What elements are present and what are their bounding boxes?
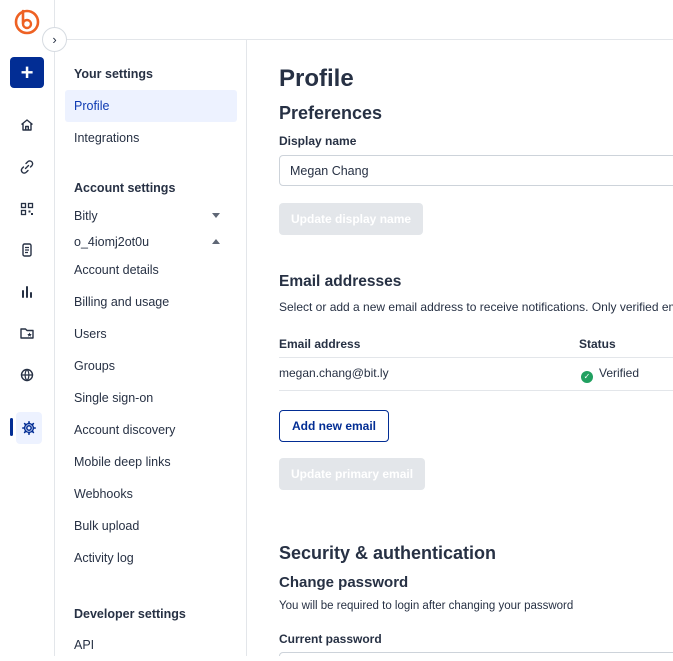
column-header-email: Email address <box>279 337 361 351</box>
column-header-status: Status <box>579 337 616 351</box>
nav-item-mobile-deep-links[interactable]: Mobile deep links <box>65 446 237 478</box>
nav-item-account-details[interactable]: Account details <box>65 254 237 286</box>
expand-sidebar-button[interactable]: › <box>42 27 67 52</box>
settings-nav: Your settings Profile Integrations Accou… <box>55 40 247 656</box>
caret-up-icon <box>212 239 220 244</box>
active-indicator <box>10 418 13 436</box>
nav-item-users[interactable]: Users <box>65 318 237 350</box>
custom-domains-icon[interactable] <box>14 362 40 388</box>
caret-down-icon <box>212 213 220 218</box>
row-divider <box>279 390 673 391</box>
account-settings-heading: Account settings <box>74 181 176 195</box>
home-icon[interactable] <box>14 112 40 138</box>
header-divider <box>279 357 673 358</box>
email-description: Select or add a new email address to rec… <box>279 300 673 314</box>
bitly-logo[interactable] <box>13 7 41 35</box>
icon-rail: + <box>0 0 55 656</box>
security-title: Security & authentication <box>279 543 497 563</box>
update-primary-email-button[interactable]: Update primary email <box>279 458 426 490</box>
add-new-email-button[interactable]: Add new email <box>279 410 390 442</box>
nav-item-webhooks[interactable]: Webhooks <box>65 478 237 510</box>
developer-settings-heading: Developer settings <box>74 607 186 621</box>
main-content: Profile Preferences Display name Update … <box>247 40 673 656</box>
update-display-name-button[interactable]: Update display name <box>279 203 424 235</box>
nav-item-label: Bitly <box>74 209 98 223</box>
pages-icon[interactable] <box>14 237 40 263</box>
check-circle-icon: ✓ <box>581 371 593 383</box>
change-password-description: You will be required to login after chan… <box>279 600 574 612</box>
nav-item-api[interactable]: API <box>65 629 237 661</box>
campaigns-icon[interactable] <box>14 320 40 346</box>
current-password-input[interactable] <box>279 652 673 656</box>
nav-item-groups[interactable]: Groups <box>65 350 237 382</box>
display-name-input[interactable] <box>279 155 673 186</box>
page-title: Profile <box>279 65 354 92</box>
settings-icon[interactable] <box>16 412 42 444</box>
nav-item-billing[interactable]: Billing and usage <box>65 286 237 318</box>
nav-item-account-discovery[interactable]: Account discovery <box>65 414 237 446</box>
email-addresses-title: Email addresses <box>279 273 402 290</box>
nav-item-sso[interactable]: Single sign-on <box>65 382 237 414</box>
nav-item-label: o_4iomj2ot0u <box>74 235 150 249</box>
change-password-title: Change password <box>279 574 409 591</box>
chevron-right-icon: › <box>52 32 57 47</box>
qr-code-icon[interactable] <box>14 196 40 222</box>
analytics-icon[interactable] <box>14 279 40 305</box>
preferences-title: Preferences <box>279 103 383 123</box>
nav-item-bulk-upload[interactable]: Bulk upload <box>65 510 237 542</box>
status-text: Verified <box>599 366 640 380</box>
link-icon[interactable] <box>14 154 40 180</box>
display-name-label: Display name <box>279 134 357 148</box>
nav-item-profile[interactable]: Profile <box>65 90 237 122</box>
current-password-label: Current password <box>279 632 382 646</box>
status-cell: ✓ Verified <box>581 366 639 383</box>
nav-item-activity-log[interactable]: Activity log <box>65 542 237 574</box>
your-settings-heading: Your settings <box>74 67 153 81</box>
email-cell[interactable]: megan.chang@bit.ly <box>279 366 389 380</box>
nav-item-integrations[interactable]: Integrations <box>65 122 237 154</box>
create-new-button[interactable]: + <box>10 57 44 88</box>
